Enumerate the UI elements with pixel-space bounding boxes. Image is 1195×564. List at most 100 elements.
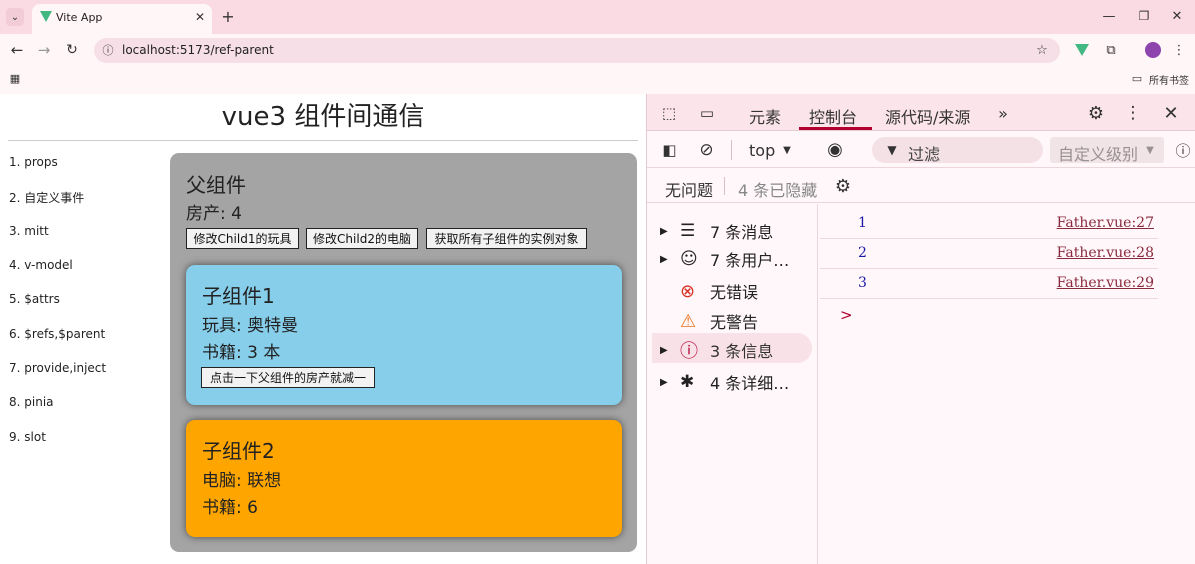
info-icon[interactable]: ⓘ	[1174, 141, 1192, 160]
vue-devtools-extension-icon[interactable]	[1075, 44, 1089, 56]
decrease-house-button[interactable]: 点击一下父组件的房产就减一	[201, 367, 375, 388]
log-levels-label: 自定义级别	[1058, 145, 1139, 164]
issues-divider	[724, 177, 725, 195]
tab-title: Vite App	[56, 11, 103, 24]
child1-toy: 玩具: 奥特曼	[202, 316, 299, 336]
tab-close-icon[interactable]: ✕	[192, 9, 208, 25]
hidden-count-label: 4 条已隐藏	[738, 181, 818, 200]
devtools-menu-icon[interactable]: ⋮	[1125, 102, 1142, 124]
log-levels-chevron-icon: ▼	[1146, 144, 1154, 156]
page-title: vue3 组件间通信	[221, 102, 425, 132]
modify-child1-toy-button[interactable]: 修改Child1的玩具	[186, 228, 299, 249]
issues-bar	[647, 169, 1195, 203]
expand-arrow-icon: ▶	[660, 253, 668, 265]
context-dropdown-icon[interactable]: ▼	[781, 143, 793, 157]
site-info-icon[interactable]: ⓘ	[100, 42, 116, 58]
toolbar-divider	[731, 140, 732, 160]
sidebar-messages-label: 7 条消息	[710, 223, 774, 242]
console-prompt-icon[interactable]: >	[840, 306, 853, 324]
nav-item-props[interactable]: 1. props	[9, 155, 58, 169]
more-tabs-icon[interactable]: »	[992, 103, 1014, 123]
sidebar-verbose-label: 4 条详细…	[710, 374, 790, 393]
log-value: 3	[858, 275, 867, 291]
sidebar-warnings[interactable]: ⚠ 无警告	[660, 307, 810, 335]
title-divider	[8, 140, 638, 141]
all-bookmarks-label[interactable]: 所有书签	[1149, 72, 1189, 87]
apps-grid-icon[interactable]: ▦	[8, 71, 22, 85]
nav-item-mitt[interactable]: 3. mitt	[9, 224, 49, 238]
user-icon: ☺	[680, 249, 698, 269]
tab-elements[interactable]: 元素	[749, 104, 781, 128]
live-expression-eye-icon[interactable]: ◉	[822, 139, 848, 160]
info-circle-icon: ⓘ	[680, 341, 698, 362]
sidebar-verbose[interactable]: ▶ ✱ 4 条详细…	[660, 368, 810, 396]
new-tab-icon[interactable]: +	[220, 7, 236, 26]
bookmarks-bar	[0, 66, 1195, 94]
url-text: localhost:5173/ref-parent	[122, 43, 274, 57]
sidebar-info[interactable]: ▶ ⓘ 3 条信息	[660, 336, 810, 364]
child1-book: 书籍: 3 本	[202, 343, 281, 363]
sidebar-info-label: 3 条信息	[710, 342, 774, 361]
bookmarks-folder-icon[interactable]: ▭	[1130, 71, 1144, 85]
close-window-icon[interactable]: ✕	[1168, 7, 1186, 25]
nav-item-pinia[interactable]: 8. pinia	[9, 395, 54, 409]
log-source-link[interactable]: Father.vue:27	[1057, 215, 1154, 231]
bookmark-star-icon[interactable]: ☆	[1034, 42, 1050, 58]
error-icon: ⊗	[680, 280, 696, 302]
context-selector[interactable]: top	[749, 141, 775, 160]
inspect-element-icon[interactable]: ⬚	[659, 103, 679, 123]
bug-icon: ✱	[680, 372, 695, 392]
maximize-icon[interactable]: ❐	[1135, 7, 1153, 25]
clear-console-icon[interactable]: ⊘	[696, 139, 717, 160]
vue-logo-icon	[40, 11, 52, 22]
sidebar-errors-label: 无错误	[710, 283, 759, 302]
list-icon: ☰	[680, 221, 696, 241]
close-devtools-icon[interactable]: ✕	[1160, 102, 1182, 124]
parent-title: 父组件	[186, 173, 246, 197]
log-value: 2	[858, 245, 867, 261]
browser-menu-icon[interactable]: ⋮	[1172, 41, 1186, 59]
sidebar-user-messages[interactable]: ▶ ☺ 7 条用户…	[660, 245, 810, 273]
console-log-row: 3 Father.vue:29	[820, 269, 1158, 299]
sidebar-user-label: 7 条用户…	[710, 251, 790, 270]
toggle-sidebar-icon[interactable]: ◧	[659, 139, 680, 160]
reload-icon[interactable]: ↻	[63, 41, 81, 59]
sidebar-errors[interactable]: ⊗ 无错误	[660, 277, 810, 305]
address-bar[interactable]: ⓘ localhost:5173/ref-parent ☆	[94, 38, 1060, 63]
log-source-link[interactable]: Father.vue:29	[1057, 275, 1154, 291]
expand-arrow-icon: ▶	[660, 344, 668, 356]
child2-computer: 电脑: 联想	[202, 471, 282, 491]
extensions-icon[interactable]: ⧉	[1102, 41, 1120, 59]
expand-arrow-icon: ▶	[660, 225, 668, 237]
sidebar-warnings-label: 无警告	[710, 313, 759, 332]
forward-icon[interactable]: →	[35, 41, 53, 59]
settings-gear-icon[interactable]: ⚙	[1085, 102, 1107, 124]
parent-house: 房产: 4	[186, 204, 242, 224]
nav-item-attrs[interactable]: 5. $attrs	[9, 292, 60, 306]
back-icon[interactable]: ←	[8, 41, 26, 59]
warning-icon: ⚠	[680, 310, 697, 332]
tab-search-icon[interactable]: ⌄	[6, 8, 24, 26]
browser-tab[interactable]: Vite App ✕	[32, 4, 212, 34]
get-all-children-button[interactable]: 获取所有子组件的实例对象	[426, 228, 587, 249]
child2-book: 书籍: 6	[202, 498, 258, 518]
no-issues-label[interactable]: 无问题	[665, 177, 713, 201]
modify-child2-computer-button[interactable]: 修改Child2的电脑	[306, 228, 418, 249]
tab-console[interactable]: 控制台	[809, 104, 857, 128]
log-value: 1	[858, 215, 867, 231]
nav-item-slot[interactable]: 9. slot	[9, 430, 46, 444]
tab-sources[interactable]: 源代码/来源	[885, 104, 970, 128]
console-log-row: 2 Father.vue:28	[820, 239, 1158, 269]
nav-item-v-model[interactable]: 4. v-model	[9, 258, 73, 272]
nav-item-custom-event[interactable]: 2. 自定义事件	[9, 189, 84, 206]
sidebar-messages[interactable]: ▶ ☰ 7 条消息	[660, 217, 810, 245]
nav-item-refs-parent[interactable]: 6. $refs,$parent	[9, 327, 105, 341]
device-toolbar-icon[interactable]: ▭	[696, 103, 718, 123]
child2-title: 子组件2	[202, 439, 275, 463]
nav-item-provide-inject[interactable]: 7. provide,inject	[9, 361, 106, 375]
console-settings-icon[interactable]: ⚙	[832, 175, 854, 197]
expand-arrow-icon: ▶	[660, 376, 668, 388]
profile-avatar[interactable]	[1145, 42, 1161, 58]
minimize-icon[interactable]: —	[1100, 7, 1118, 25]
log-source-link[interactable]: Father.vue:28	[1057, 245, 1154, 261]
